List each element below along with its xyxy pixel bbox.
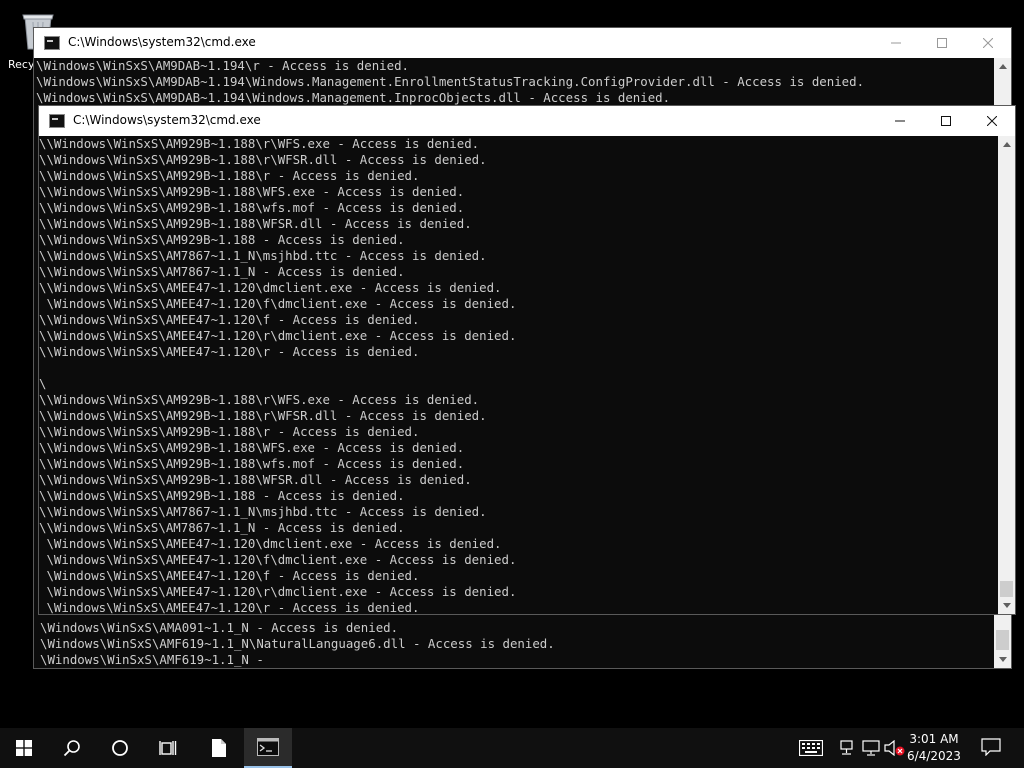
scrollbar-thumb[interactable] <box>996 630 1009 650</box>
console-line: \Windows\WinSxS\AMF619~1.1_N - <box>40 652 264 667</box>
scroll-up-icon[interactable] <box>994 58 1011 75</box>
close-button[interactable] <box>969 106 1015 136</box>
cmd-icon <box>257 738 279 756</box>
notification-icon[interactable] <box>980 738 1002 756</box>
console-line: \\Windows\WinSxS\AMEE47~1.120\r\dmclient… <box>39 328 517 343</box>
title-bar[interactable]: C:\Windows\system32\cmd.exe <box>39 106 1015 136</box>
console-line: \\Windows\WinSxS\AM929B~1.188 - Access i… <box>39 488 405 503</box>
taskbar-clock[interactable]: 3:01 AM 6/4/2023 <box>904 731 964 765</box>
console-output[interactable]: \Windows\WinSxS\AM9DAB~1.194\r - Access … <box>34 58 994 108</box>
console-line: \Windows\WinSxS\AMEE47~1.120\f\dmclient.… <box>39 552 517 567</box>
console-line: \\Windows\WinSxS\AM7867~1.1_N - Access i… <box>39 520 405 535</box>
console-line: \Windows\WinSxS\AMEE47~1.120\r - Access … <box>39 600 420 614</box>
console-line: \\Windows\WinSxS\AM929B~1.188\r\WFS.exe … <box>39 392 480 407</box>
scroll-down-icon[interactable] <box>998 597 1015 614</box>
taskbar: 3:01 AM 6/4/2023 <box>0 728 1024 768</box>
console-line: \\Windows\WinSxS\AM7867~1.1_N\msjhbd.ttc… <box>39 504 487 519</box>
scrollbar-thumb[interactable] <box>1000 581 1013 597</box>
console-line: \\Windows\WinSxS\AM929B~1.188\wfs.mof - … <box>39 456 465 471</box>
console-line: \\Windows\WinSxS\AM929B~1.188\WFS.exe - … <box>39 184 465 199</box>
task-view-icon <box>159 741 177 755</box>
scroll-down-icon[interactable] <box>994 651 1011 668</box>
clock-date: 6/4/2023 <box>907 749 961 763</box>
vertical-scrollbar[interactable] <box>998 136 1015 614</box>
keyboard-icon[interactable] <box>798 740 824 756</box>
network-icon[interactable] <box>838 740 856 756</box>
cortana-icon <box>112 740 128 756</box>
close-button[interactable] <box>965 28 1011 58</box>
console-line: \Windows\WinSxS\AMEE47~1.120\f\dmclient.… <box>39 296 517 311</box>
window-title: C:\Windows\system32\cmd.exe <box>68 35 256 49</box>
file-icon <box>212 739 226 757</box>
console-line: \\Windows\WinSxS\AM929B~1.188\WFSR.dll -… <box>39 216 472 231</box>
console-line: \Windows\WinSxS\AMEE47~1.120\dmclient.ex… <box>39 536 502 551</box>
console-line: \Windows\WinSxS\AM9DAB~1.194\Windows.Man… <box>36 74 865 89</box>
cmd-app-icon <box>49 114 65 128</box>
cmd-taskbar-button[interactable] <box>244 728 292 768</box>
clock-time: 3:01 AM <box>909 732 959 746</box>
console-line: \Windows\WinSxS\AMEE47~1.120\r\dmclient.… <box>39 584 517 599</box>
console-output[interactable]: \\Windows\WinSxS\AM929B~1.188\r\WFS.exe … <box>39 136 998 614</box>
minimize-button[interactable] <box>877 106 923 136</box>
cortana-button[interactable] <box>96 728 144 768</box>
minimize-button[interactable] <box>873 28 919 58</box>
console-line: \\Windows\WinSxS\AM929B~1.188\r - Access… <box>39 168 420 183</box>
console-line: \\Windows\WinSxS\AM929B~1.188\WFS.exe - … <box>39 440 465 455</box>
console-line: \\Windows\WinSxS\AM7867~1.1_N - Access i… <box>39 264 405 279</box>
console-line: \Windows\WinSxS\AM9DAB~1.194\Windows.Man… <box>36 90 671 105</box>
task-view-button[interactable] <box>144 728 192 768</box>
maximize-button[interactable] <box>919 28 965 58</box>
console-line: \ <box>39 376 47 391</box>
console-line: \Windows\WinSxS\AM9DAB~1.194\r - Access … <box>36 58 409 73</box>
console-line: \Windows\WinSxS\AMA091~1.1_N - Access is… <box>40 620 399 635</box>
console-output-bottom[interactable]: \Windows\WinSxS\AMA091~1.1_N - Access is… <box>34 620 994 668</box>
start-button[interactable] <box>0 728 48 768</box>
window-title: C:\Windows\system32\cmd.exe <box>73 113 261 127</box>
volume-muted-icon[interactable] <box>884 740 906 756</box>
console-line: \\Windows\WinSxS\AM929B~1.188\r\WFS.exe … <box>39 136 480 151</box>
console-line: \\Windows\WinSxS\AMEE47~1.120\r - Access… <box>39 344 420 359</box>
maximize-button[interactable] <box>923 106 969 136</box>
console-line: \Windows\WinSxS\AMEE47~1.120\f - Access … <box>39 568 420 583</box>
console-line: \\Windows\WinSxS\AM929B~1.188 - Access i… <box>39 232 405 247</box>
console-line: \\Windows\WinSxS\AM929B~1.188\WFSR.dll -… <box>39 472 472 487</box>
search-icon <box>63 740 80 757</box>
search-button[interactable] <box>48 728 96 768</box>
cmd-window-front[interactable]: C:\Windows\system32\cmd.exe \\Windows\Wi… <box>38 105 1016 615</box>
console-line: \\Windows\WinSxS\AMEE47~1.120\dmclient.e… <box>39 280 502 295</box>
console-line: \Windows\WinSxS\AMF619~1.1_N\NaturalLang… <box>40 636 555 651</box>
console-line: \\Windows\WinSxS\AM929B~1.188\wfs.mof - … <box>39 200 465 215</box>
console-line: \\Windows\WinSxS\AM929B~1.188\r\WFSR.dll… <box>39 152 487 167</box>
file-button[interactable] <box>195 728 243 768</box>
console-line: \\Windows\WinSxS\AM7867~1.1_N\msjhbd.ttc… <box>39 248 487 263</box>
scroll-up-icon[interactable] <box>998 136 1015 153</box>
windows-start-icon <box>16 740 32 756</box>
cmd-app-icon <box>44 36 60 50</box>
desktop: Recy C:\Windows\system32\cmd.exe \Window… <box>0 0 1024 728</box>
console-line: \\Windows\WinSxS\AMEE47~1.120\f - Access… <box>39 312 420 327</box>
display-icon[interactable] <box>862 740 880 756</box>
console-line: \\Windows\WinSxS\AM929B~1.188\r - Access… <box>39 424 420 439</box>
title-bar[interactable]: C:\Windows\system32\cmd.exe <box>34 28 1011 58</box>
console-line: \\Windows\WinSxS\AM929B~1.188\r\WFSR.dll… <box>39 408 487 423</box>
